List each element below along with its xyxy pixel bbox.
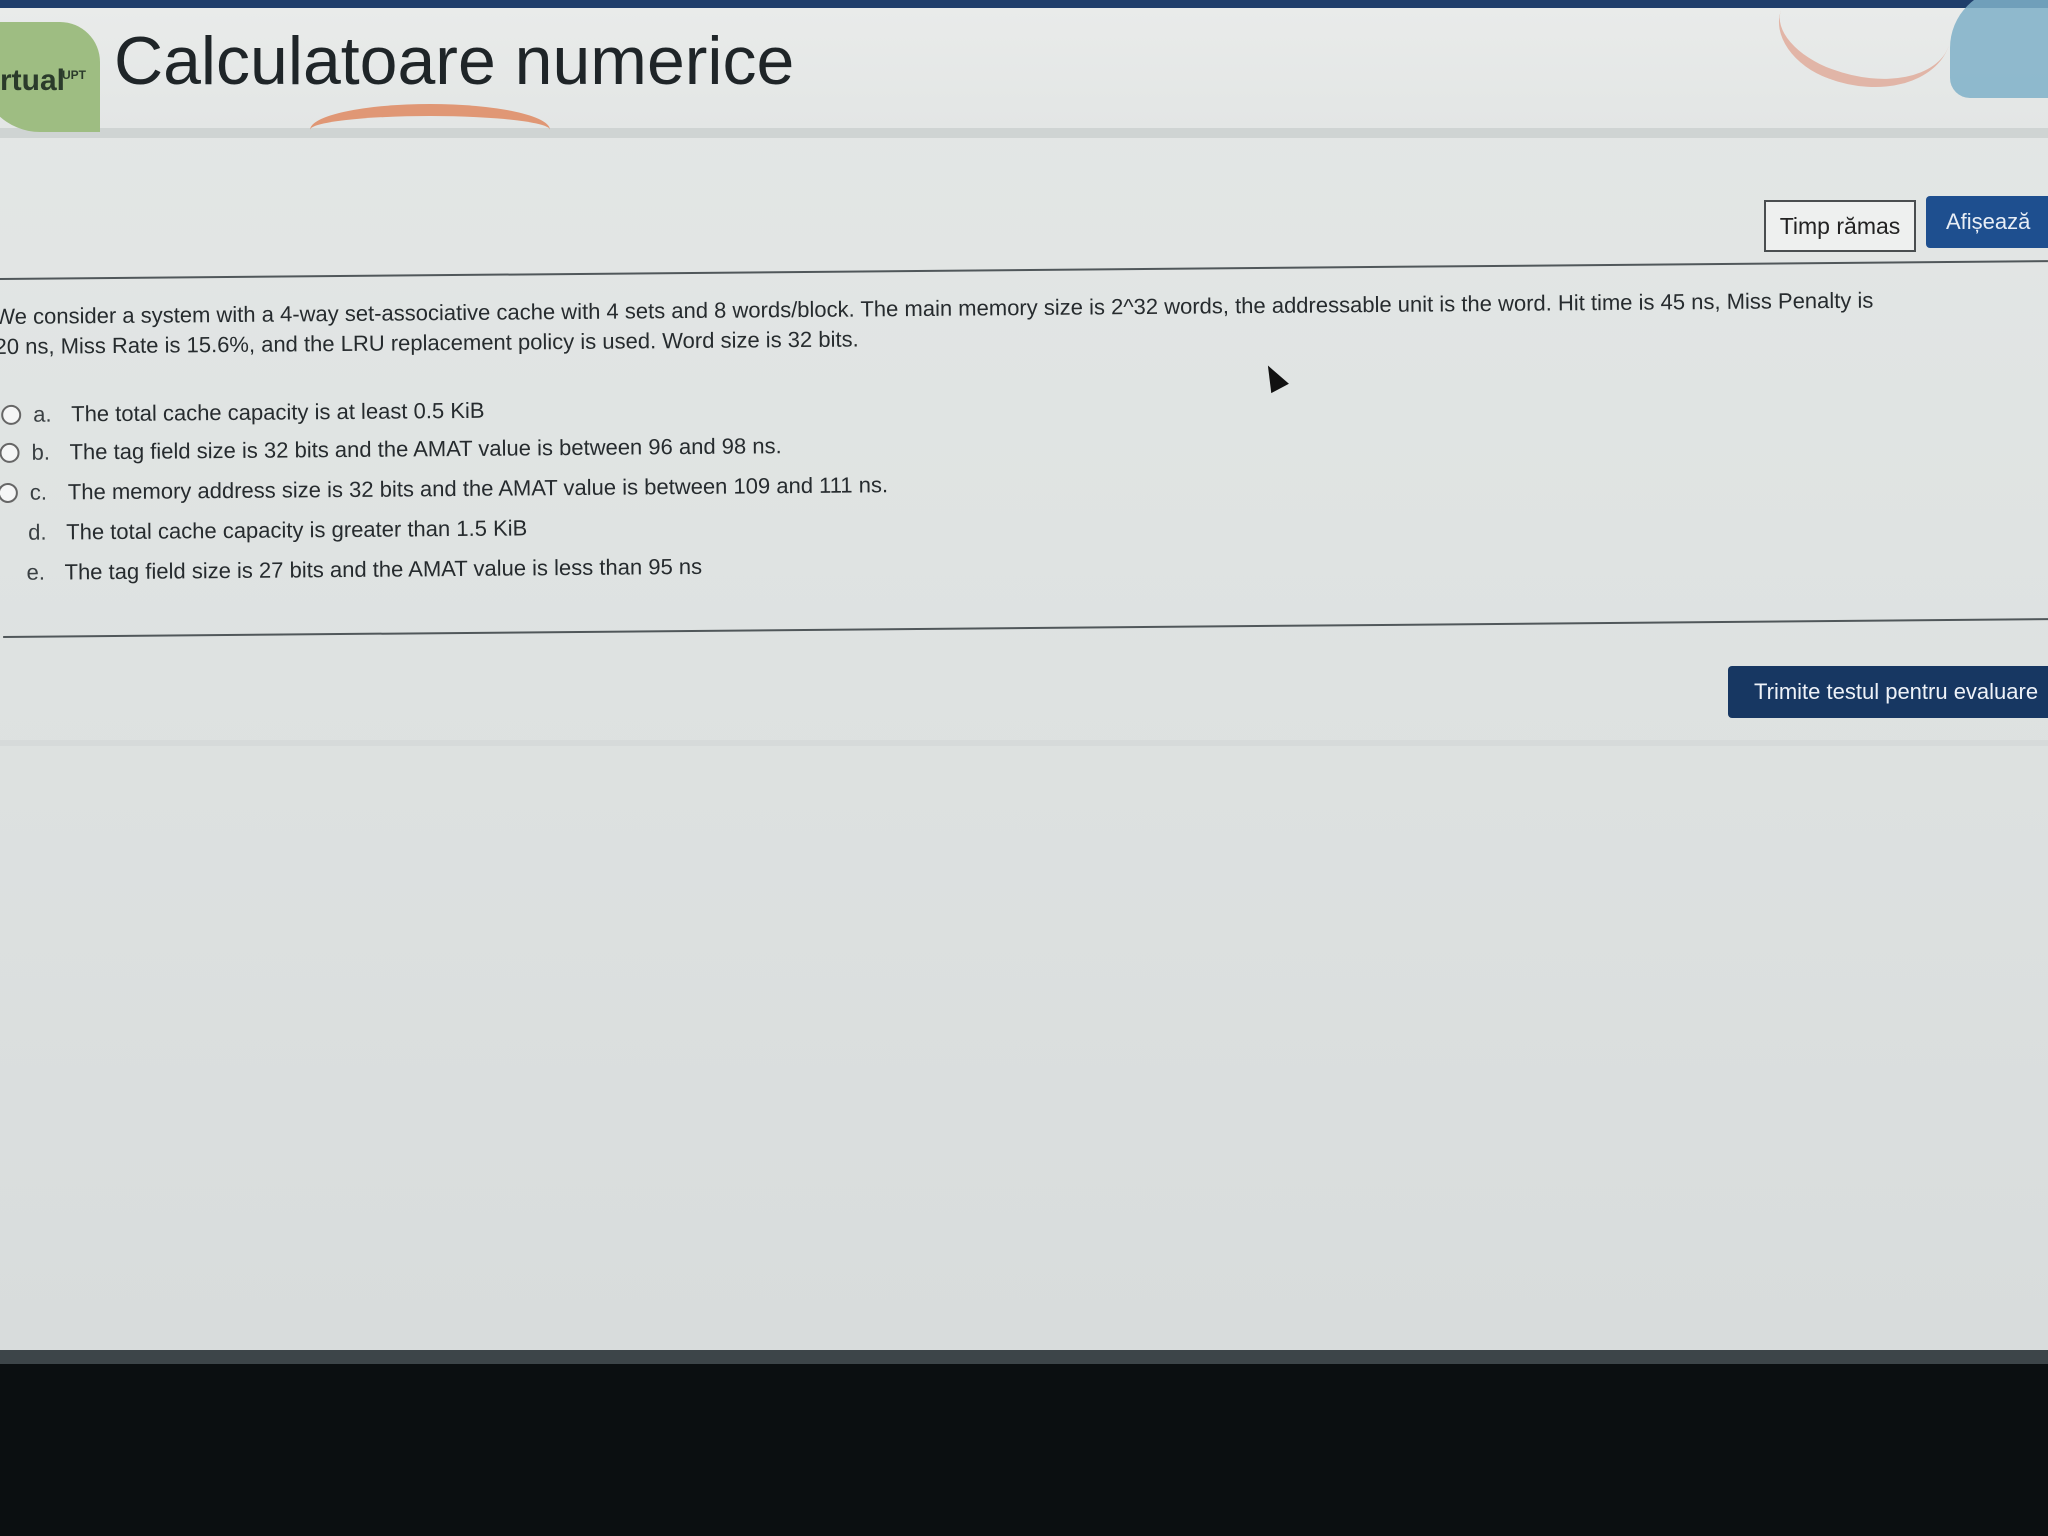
option-letter: c. bbox=[29, 479, 48, 505]
option-letter: d. bbox=[28, 519, 47, 545]
checkbox-icon[interactable] bbox=[1, 404, 22, 425]
checkbox-icon[interactable] bbox=[0, 442, 20, 464]
option-b[interactable]: b. The tag field size is 32 bits and the… bbox=[0, 429, 782, 470]
option-text: The memory address size is 32 bits and t… bbox=[67, 472, 889, 505]
monitor-frame bbox=[0, 1364, 2048, 1536]
question-text: We consider a system with a 4-way set-as… bbox=[0, 285, 1995, 362]
option-text: The tag field size is 32 bits and the AM… bbox=[69, 433, 782, 465]
content-divider bbox=[0, 740, 2048, 746]
logo-text[interactable]: rtual bbox=[0, 64, 65, 98]
question-block: We consider a system with a 4-way set-as… bbox=[0, 260, 2048, 638]
decorative-arc-right bbox=[1764, 0, 1966, 114]
logo-superscript: UPT bbox=[62, 68, 86, 82]
question-text-line2: 20 ns, Miss Rate is 15.6%, and the LRU r… bbox=[0, 326, 859, 360]
option-a[interactable]: a. The total cache capacity is at least … bbox=[1, 394, 485, 432]
option-letter: a. bbox=[33, 401, 52, 427]
option-text: The total cache capacity is at least 0.5… bbox=[71, 397, 485, 427]
option-c[interactable]: c. The memory address size is 32 bits an… bbox=[0, 468, 889, 510]
top-accent-bar bbox=[0, 0, 2048, 8]
option-e[interactable]: e. The tag field size is 27 bits and the… bbox=[4, 550, 702, 590]
decorative-arc bbox=[310, 104, 550, 156]
monitor-bezel bbox=[0, 1350, 2048, 1364]
option-text: The tag field size is 27 bits and the AM… bbox=[64, 553, 703, 585]
timer-label: Timp rămas bbox=[1764, 200, 1916, 252]
option-letter: b. bbox=[31, 439, 50, 465]
option-text: The total cache capacity is greater than… bbox=[66, 515, 528, 545]
option-d[interactable]: d. The total cache capacity is greater t… bbox=[6, 511, 527, 550]
course-header: rtual UPT Calculatoare numerice bbox=[0, 0, 2048, 138]
decorative-shape bbox=[1950, 0, 2048, 98]
checkbox-icon[interactable] bbox=[0, 482, 18, 504]
option-letter: e. bbox=[26, 559, 46, 585]
question-text-line1: We consider a system with a 4-way set-as… bbox=[0, 287, 1874, 330]
page-title: Calculatoare numerice bbox=[114, 23, 795, 99]
browser-viewport: rtual UPT Calculatoare numerice Timp răm… bbox=[0, 0, 2048, 1360]
show-timer-button[interactable]: Afișează bbox=[1926, 196, 2048, 248]
submit-test-button[interactable]: Trimite testul pentru evaluare bbox=[1728, 666, 2048, 718]
